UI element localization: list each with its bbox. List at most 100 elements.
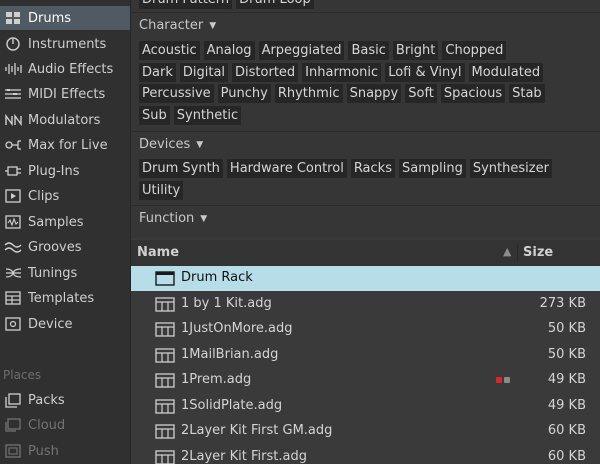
tag-utility[interactable]: Utility <box>139 181 184 200</box>
tag-synthesizer[interactable]: Synthesizer <box>469 159 552 178</box>
file-list: Name ▲ Size Drum Rack 1 by 1 Kit.adg 273 K… <box>131 240 600 464</box>
tag-modulated[interactable]: Modulated <box>468 63 544 82</box>
sidebar-item-clips[interactable]: Clips <box>0 184 130 208</box>
file-row[interactable]: 1MailBrian.adg 50 KB <box>131 343 600 368</box>
tag-spacious[interactable]: Spacious <box>440 84 506 103</box>
tag-drum-loop[interactable]: Drum Loop <box>236 0 314 9</box>
tag-row: Sub Synthetic <box>139 106 242 125</box>
tag-bright[interactable]: Bright <box>392 41 439 60</box>
file-row[interactable]: 1 by 1 Kit.adg 273 KB <box>131 292 600 317</box>
tag-stab[interactable]: Stab <box>509 84 545 103</box>
tag-punchy[interactable]: Punchy <box>217 84 271 103</box>
sidebar-item-label: Clips <box>28 188 60 204</box>
sidebar-item-label: Plug-Ins <box>28 163 80 179</box>
sidebar-item-modulators[interactable]: Modulators <box>0 108 130 132</box>
file-size: 60 KB <box>547 448 586 464</box>
tag-drum-pattern[interactable]: Drum Pattern <box>139 0 233 9</box>
sidebar-place-packs[interactable]: Packs <box>0 388 130 412</box>
file-row[interactable]: 1Prem.adg 49 KB <box>131 368 600 393</box>
tag-basic[interactable]: Basic <box>348 41 389 60</box>
sidebar-item-midi-effects[interactable]: MIDI Effects <box>0 82 130 106</box>
sort-ascending-icon[interactable]: ▲ <box>503 245 511 258</box>
sidebar-item-audio-effects[interactable]: Audio Effects <box>0 57 130 81</box>
tag-row: Percussive Punchy Rhythmic Snappy Soft Spacio… <box>139 84 545 103</box>
tag-chopped[interactable]: Chopped <box>442 41 507 60</box>
tag-arpeggiated[interactable]: Arpeggiated <box>258 41 345 60</box>
sidebar-item-label: Samples <box>28 214 84 230</box>
tag-acoustic[interactable]: Acoustic <box>139 41 200 60</box>
column-divider[interactable] <box>517 244 518 262</box>
filter-group-label: Function <box>139 211 195 226</box>
filter-group-character[interactable]: Character ▼ <box>139 18 216 33</box>
sidebar-item-templates[interactable]: Templates <box>0 286 130 310</box>
tunings-icon <box>4 265 22 281</box>
file-row[interactable]: 2Layer Kit First.adg 60 KB <box>131 445 600 464</box>
tag-analog[interactable]: Analog <box>203 41 255 60</box>
file-size: 49 KB <box>547 372 586 387</box>
tag-lofi-vinyl[interactable]: Lofi & Vinyl <box>385 63 465 82</box>
preset-icon <box>155 296 175 312</box>
sidebar-item-tunings[interactable]: Tunings <box>0 261 130 285</box>
preset-icon <box>155 398 175 414</box>
section-divider <box>131 205 600 206</box>
sidebar-place-label: Cloud <box>28 417 66 433</box>
tag-digital[interactable]: Digital <box>179 63 229 82</box>
tag-percussive[interactable]: Percussive <box>139 84 214 103</box>
tag-snappy[interactable]: Snappy <box>346 84 402 103</box>
color-dot <box>504 377 510 383</box>
sidebar-item-label: Templates <box>28 290 95 306</box>
preset-icon <box>155 424 175 439</box>
sidebar-item-instruments[interactable]: Instruments <box>0 32 130 56</box>
tag-rhythmic[interactable]: Rhythmic <box>274 84 343 103</box>
sidebar-place-label: Push <box>28 443 59 459</box>
tag-hardware-control[interactable]: Hardware Control <box>226 159 347 178</box>
color-tag-marker <box>496 377 510 383</box>
sidebar-item-samples[interactable]: Samples <box>0 210 130 234</box>
sidebar-item-label: Tunings <box>28 265 78 281</box>
packs-icon <box>4 392 22 408</box>
device-icon <box>4 316 22 332</box>
sidebar-item-device[interactable]: Device <box>0 312 130 336</box>
file-size: 60 KB <box>547 423 586 438</box>
file-row[interactable]: Drum Rack <box>131 266 600 291</box>
file-name: 1 by 1 Kit.adg <box>181 295 272 311</box>
sidebar-item-label: Drums <box>28 10 72 26</box>
filter-group-label: Character <box>139 18 204 33</box>
file-name: 1JustOnMore.adg <box>181 321 293 336</box>
file-row[interactable]: 1SolidPlate.adg 49 KB <box>131 394 600 419</box>
tag-racks[interactable]: Racks <box>350 159 395 178</box>
tag-row: Utility <box>139 181 184 200</box>
tag-row: Drum PatternDrum Loop <box>139 0 314 9</box>
tag-drum-synth[interactable]: Drum Synth <box>139 159 223 178</box>
tag-sampling[interactable]: Sampling <box>398 159 466 178</box>
sidebar-item-drums[interactable]: Drums <box>0 6 130 30</box>
clips-icon <box>4 188 22 204</box>
sidebar-item-plug-ins[interactable]: Plug-Ins <box>0 159 130 183</box>
rack-icon <box>155 271 175 286</box>
file-row[interactable]: 1JustOnMore.adg 50 KB <box>131 317 600 342</box>
filter-group-devices[interactable]: Devices ▼ <box>139 137 203 152</box>
file-row[interactable]: 2Layer Kit First GM.adg 60 KB <box>131 419 600 444</box>
name-column-header[interactable]: Name <box>137 245 179 260</box>
sidebar-place-cloud[interactable]: Cloud <box>0 413 130 437</box>
sidebar-item-grooves[interactable]: Grooves <box>0 235 130 259</box>
tag-soft[interactable]: Soft <box>405 84 437 103</box>
tag-inharmonic[interactable]: Inharmonic <box>302 63 382 82</box>
tag-synthetic[interactable]: Synthetic <box>173 106 242 125</box>
sidebar-item-label: MIDI Effects <box>28 86 106 102</box>
tag-distorted[interactable]: Distorted <box>232 63 299 82</box>
sidebar-item-label: Modulators <box>28 112 101 128</box>
size-column-header[interactable]: Size <box>523 245 553 260</box>
color-dot <box>496 377 502 383</box>
browser-sidebar: Drums Instruments Audio Effects MIDI Effect… <box>0 0 131 464</box>
tag-dark[interactable]: Dark <box>139 63 176 82</box>
filter-group-function[interactable]: Function ▼ <box>139 211 207 226</box>
file-size: 273 KB <box>539 295 586 311</box>
sidebar-place-push[interactable]: Push <box>0 439 130 463</box>
sidebar-item-label: Instruments <box>28 36 107 52</box>
tag-sub[interactable]: Sub <box>139 106 170 125</box>
push-icon <box>4 443 22 459</box>
places-header: Places <box>3 368 42 382</box>
file-size: 50 KB <box>547 321 586 336</box>
sidebar-item-max-for-live[interactable]: Max for Live <box>0 133 130 157</box>
